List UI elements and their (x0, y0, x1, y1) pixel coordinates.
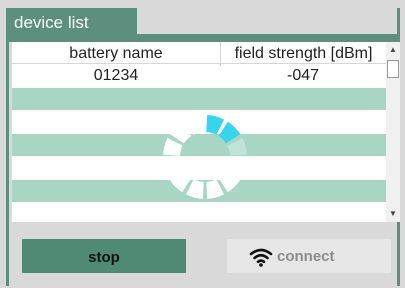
table-row[interactable]: 01234 -047 (12, 64, 386, 86)
cell-field-strength: -047 (286, 67, 320, 84)
spinner-segment (218, 121, 241, 144)
spinner-segment (218, 170, 241, 193)
connect-button[interactable]: connect (227, 239, 391, 273)
device-list-panel: device list battery name field strength … (0, 0, 405, 288)
column-header-field-strength[interactable]: field strength [dBm] (220, 42, 386, 66)
connect-button-label: connect (277, 248, 335, 265)
scroll-thumb[interactable] (387, 60, 399, 78)
column-header-battery-name[interactable]: battery name (12, 42, 220, 66)
scroll-down-arrow-icon[interactable]: ▼ (386, 206, 400, 222)
empty-row-stripe (12, 88, 386, 110)
spinner-segment (169, 121, 192, 144)
stop-button[interactable]: stop (22, 239, 186, 273)
cell-battery-name: 01234 (93, 67, 139, 84)
scroll-up-arrow-icon[interactable]: ▲ (386, 42, 400, 58)
table-scrollbar[interactable]: ▲ ▼ (386, 42, 400, 222)
loading-spinner-icon (163, 115, 247, 199)
tab-device-list[interactable]: device list (6, 8, 137, 36)
tab-strip (6, 34, 400, 42)
wifi-icon (249, 248, 273, 267)
spinner-segment (169, 170, 192, 193)
table-header: battery name field strength [dBm] (12, 42, 386, 66)
